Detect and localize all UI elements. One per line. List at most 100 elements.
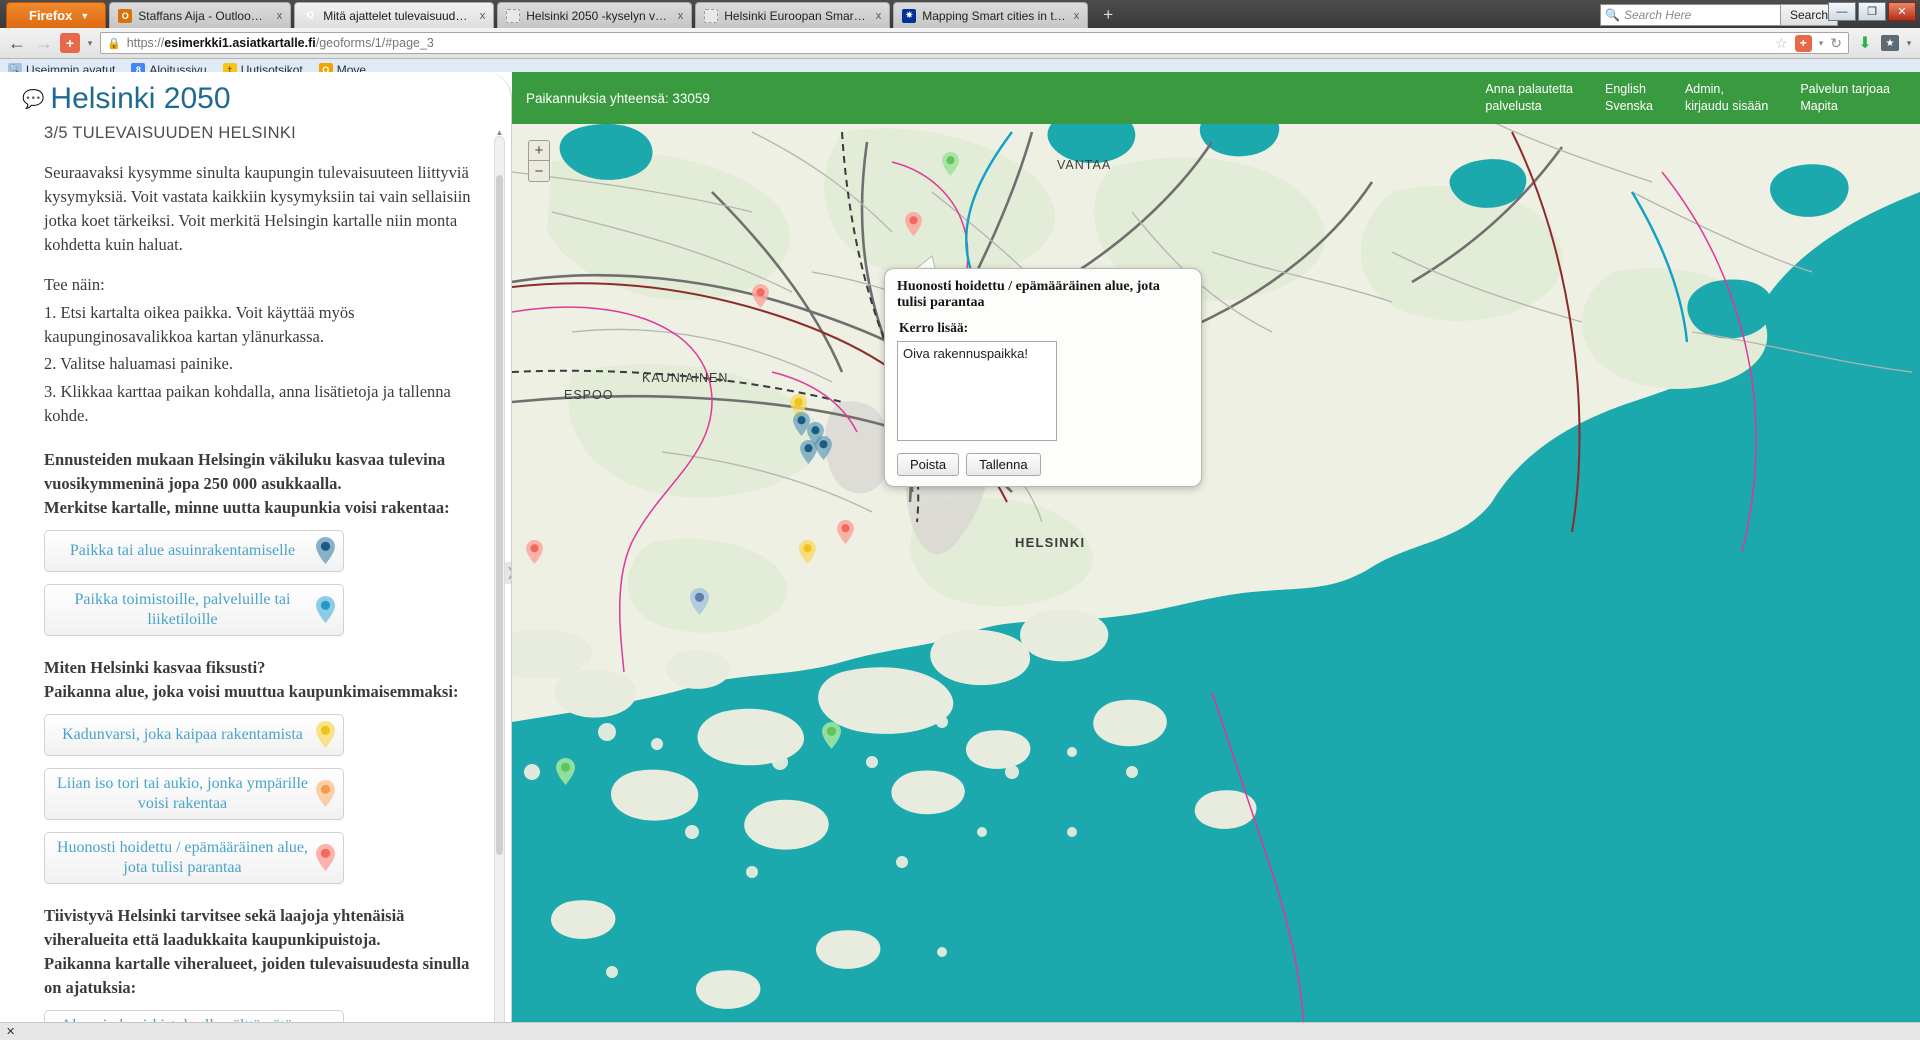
url-text: https://esimerkki1.asiatkartalle.fi/geof… bbox=[127, 36, 434, 50]
back-arrow-icon[interactable]: ← bbox=[6, 32, 28, 54]
language-english[interactable]: English bbox=[1605, 81, 1653, 98]
feedback-link[interactable]: Anna palautetta palvelusta bbox=[1469, 81, 1589, 115]
scrollbar-thumb[interactable] bbox=[496, 175, 503, 855]
place-label-vantaa: VANTAA bbox=[1057, 158, 1112, 172]
minimize-button[interactable]: — bbox=[1828, 2, 1856, 21]
section-heading-1: Ennusteiden mukaan Helsingin väkiluku ka… bbox=[44, 450, 450, 518]
search-icon: 🔍 bbox=[1605, 8, 1620, 22]
map-marker-yellow[interactable] bbox=[799, 540, 816, 569]
chevron-down-icon[interactable]: ▾ bbox=[1904, 32, 1914, 54]
tab-mapping-eu[interactable]: ✷ Mapping Smart cities in the EU - IPOL.… bbox=[893, 2, 1089, 28]
map-marker-green[interactable] bbox=[942, 152, 959, 181]
option-label: Liian iso tori tai aukio, jonka ympärill… bbox=[56, 774, 309, 812]
howto-step-1: 1. Etsi kartalta oikea paikka. Voit käyt… bbox=[44, 302, 355, 346]
firefox-menu-button[interactable]: Firefox ▼ bbox=[6, 2, 107, 28]
map-pin-icon bbox=[316, 844, 335, 872]
reload-icon[interactable]: ↻ bbox=[1830, 35, 1842, 52]
option-label: Paikka toimistoille, palveluille tai lii… bbox=[74, 590, 291, 628]
tab-close-icon[interactable]: x bbox=[874, 10, 884, 22]
option-button-kadunvarsi[interactable]: Kadunvarsi, joka kaipaa rakentamista bbox=[44, 713, 344, 756]
tab-close-icon[interactable]: x bbox=[275, 10, 285, 22]
option-button-asuinrakentaminen[interactable]: Paikka tai alue asuinrakentamiselle bbox=[44, 529, 344, 572]
provider-name: Mapita bbox=[1800, 99, 1838, 113]
eu-flag-favicon-icon: ✷ bbox=[902, 8, 917, 23]
panel-scroll-area[interactable]: 3/5 TULEVAISUUDEN HELSINKI Seuraavaksi k… bbox=[0, 124, 511, 1040]
browser-window: Firefox ▼ O Staffans Aija - Outlook Web … bbox=[0, 0, 1920, 1040]
step-indicator: 3/5 TULEVAISUUDEN HELSINKI bbox=[44, 124, 297, 142]
download-arrow-icon[interactable]: ⬇ bbox=[1854, 32, 1876, 54]
zoom-out-button[interactable]: − bbox=[528, 161, 550, 182]
maximize-button[interactable]: ❐ bbox=[1858, 2, 1886, 21]
howto-title: Tee näin: bbox=[44, 274, 105, 294]
tab-title: Mapping Smart cities in the EU - IPOL... bbox=[922, 8, 1066, 23]
delete-button[interactable]: Poista bbox=[897, 453, 960, 476]
map-header-links: Anna palautetta palvelusta English Svens… bbox=[1469, 81, 1920, 115]
tab-outlook[interactable]: O Staffans Aija - Outlook Web App x bbox=[109, 2, 292, 28]
bookmarks-menu-icon[interactable]: ★ bbox=[1881, 35, 1899, 51]
popup-title: Huonosti hoidettu / epämääräinen alue, j… bbox=[897, 279, 1160, 310]
status-taskbar: ✕ bbox=[0, 1022, 1920, 1040]
popup-description-input[interactable]: Oiva rakennuspaikka! bbox=[897, 341, 1057, 441]
url-host: asiatkartalle.fi bbox=[232, 36, 316, 50]
map-marker-blue[interactable] bbox=[800, 440, 817, 469]
option-label: Huonosti hoidettu / epämääräinen alue, j… bbox=[56, 838, 309, 876]
provider-line1: Palvelun tarjoaa bbox=[1800, 82, 1890, 97]
map-marker-red[interactable] bbox=[837, 520, 854, 549]
option-button-toimistot[interactable]: Paikka toimistoille, palveluille tai lii… bbox=[44, 583, 344, 636]
map-marker-red[interactable] bbox=[905, 212, 922, 241]
map-marker-green[interactable] bbox=[556, 758, 575, 790]
navigation-toolbar: ← → + ▾ 🔒 https://esimerkki1.asiatkartal… bbox=[0, 28, 1920, 59]
tab-close-icon[interactable]: x bbox=[478, 10, 488, 22]
place-label-kauniainen: KAUNIAINEN bbox=[642, 371, 729, 385]
panel-scrollbar[interactable]: ▲ ▼ bbox=[494, 128, 505, 1034]
close-icon[interactable]: ✕ bbox=[6, 1025, 15, 1038]
blank-favicon-icon bbox=[506, 8, 521, 23]
chevron-down-icon[interactable]: ▾ bbox=[85, 32, 95, 54]
admin-label: Admin, bbox=[1684, 82, 1724, 97]
option-button-tori[interactable]: Liian iso tori tai aukio, jonka ympärill… bbox=[44, 767, 344, 820]
panel-resize-handle[interactable] bbox=[505, 562, 512, 584]
map-marker-red[interactable] bbox=[526, 540, 543, 569]
save-button[interactable]: Tallenna bbox=[966, 453, 1041, 476]
admin-login-link[interactable]: Admin, kirjaudu sisään bbox=[1669, 81, 1784, 115]
map-marker-blue[interactable] bbox=[815, 436, 832, 465]
forward-arrow-icon[interactable]: → bbox=[33, 32, 55, 54]
zoom-in-button[interactable]: + bbox=[528, 140, 550, 161]
language-link[interactable]: English Svenska bbox=[1589, 81, 1669, 115]
url-scheme: https:// bbox=[126, 36, 165, 50]
tab-close-icon[interactable]: x bbox=[1072, 10, 1082, 22]
firefox-plus-icon[interactable]: + bbox=[1794, 34, 1812, 52]
provider-link[interactable]: Palvelun tarjoaa Mapita bbox=[1784, 81, 1906, 115]
map-pin-icon bbox=[316, 537, 335, 565]
lock-icon: 🔒 bbox=[107, 37, 121, 50]
firefox-plus-icon[interactable]: + bbox=[60, 33, 80, 53]
scroll-up-arrow-icon[interactable]: ▲ bbox=[495, 128, 504, 137]
panel-title-text: Helsinki 2050 bbox=[50, 82, 231, 115]
urlbar-actions: ☆ + ▾ ↻ bbox=[1775, 34, 1842, 52]
tab-title: Staffans Aija - Outlook Web App bbox=[138, 8, 269, 23]
map-marker-red[interactable] bbox=[752, 284, 769, 313]
search-input[interactable]: 🔍 Search Here bbox=[1600, 4, 1790, 26]
map-marker-lightblue[interactable] bbox=[690, 588, 709, 620]
login-label[interactable]: kirjaudu sisään bbox=[1685, 98, 1768, 115]
chevron-down-icon: ▼ bbox=[80, 10, 90, 21]
outlook-favicon-icon: O bbox=[118, 8, 133, 23]
tab-results[interactable]: Helsinki 2050 -kyselyn vastaukset | He..… bbox=[497, 2, 693, 28]
question-bubble-favicon-icon: Q bbox=[306, 10, 315, 21]
new-tab-button[interactable]: + bbox=[1096, 5, 1120, 25]
howto-step-2: 2. Valitse haluamasi painike. bbox=[44, 354, 233, 374]
blank-favicon-icon bbox=[704, 8, 719, 23]
language-svenska[interactable]: Svenska bbox=[1605, 98, 1653, 115]
tab-close-icon[interactable]: x bbox=[676, 10, 686, 22]
intro-paragraph: Seuraavaksi kysymme sinulta kaupungin tu… bbox=[44, 163, 471, 254]
chevron-down-icon[interactable]: ▾ bbox=[1819, 38, 1824, 49]
map-marker-green[interactable] bbox=[822, 722, 841, 754]
option-button-huonosti-hoidettu[interactable]: Huonosti hoidettu / epämääräinen alue, j… bbox=[44, 831, 344, 884]
tab-geoform[interactable]: Q Mitä ajattelet tulevaisuuden kaupung..… bbox=[294, 2, 495, 28]
tab-strip: O Staffans Aija - Outlook Web App x Q Mi… bbox=[106, 0, 1120, 28]
tab-smartcity[interactable]: Helsinki Euroopan Smart City -kärkijo...… bbox=[695, 2, 891, 28]
map-canvas[interactable]: Paikannuksia yhteensä: 33059 Anna palaut… bbox=[512, 72, 1920, 1040]
bookmark-star-icon[interactable]: ☆ bbox=[1775, 35, 1788, 52]
close-window-button[interactable]: ✕ bbox=[1888, 2, 1916, 21]
url-input[interactable]: 🔒 https://esimerkki1.asiatkartalle.fi/ge… bbox=[100, 32, 1849, 54]
